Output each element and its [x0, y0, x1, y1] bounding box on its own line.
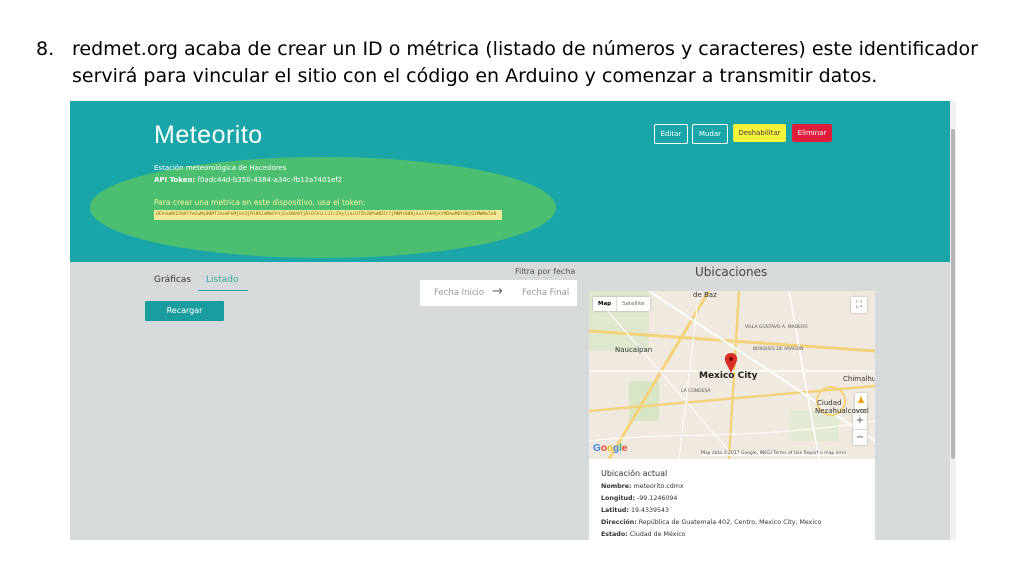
zoom-control[interactable]: + − [853, 413, 867, 445]
zoom-in-button[interactable]: + [853, 413, 867, 430]
device-title: Meteorito [154, 121, 263, 149]
metric-instructions: Para crear una metrica en este dispositi… [154, 198, 366, 207]
current-location-panel: Ubicación actual Nombre: meteorito.cdmx … [589, 459, 875, 540]
move-button[interactable]: Mudar [692, 124, 728, 144]
info-row-longitude: Longitud: -99.1246094 [601, 495, 678, 502]
map-attribution[interactable]: Map data ©2017 Google, INEGI Terms of Us… [701, 451, 847, 456]
tab-graficas[interactable]: Gráficas [154, 275, 191, 285]
caption-text: redmet.org acaba de crear un ID o métric… [72, 38, 978, 87]
reload-button[interactable]: Recargar [145, 301, 224, 321]
screenshot-panel: Meteorito Estación meteorológica de Hace… [70, 101, 950, 540]
map-type-control[interactable]: Map Satellite [593, 297, 650, 311]
highlight-ellipse [90, 157, 556, 258]
map-label-ciudad: Ciudad [817, 399, 842, 407]
page-scrollbar[interactable] [950, 101, 956, 540]
edit-button[interactable]: Editar [654, 124, 688, 144]
map-type-satellite[interactable]: Satellite [616, 297, 650, 311]
device-header: Meteorito Estación meteorológica de Hace… [70, 101, 950, 262]
google-logo: Google [593, 443, 628, 454]
device-subtitle: Estación meteorológica de Hacedores [154, 164, 287, 172]
arrow-right-icon: → [492, 284, 503, 299]
location-map[interactable]: de Baz VILLA GUSTAVO A. MADERO BOSQUES D… [589, 291, 875, 459]
scrollbar-thumb[interactable] [951, 129, 955, 459]
current-location-title: Ubicación actual [601, 469, 668, 478]
end-date-input[interactable]: Fecha Final [522, 288, 569, 298]
date-filter-label: Filtra por fecha [515, 267, 576, 276]
map-type-map[interactable]: Map [593, 297, 616, 311]
info-row-name: Nombre: meteorito.cdmx [601, 483, 684, 490]
zoom-out-button[interactable]: − [853, 430, 867, 446]
pegman-icon[interactable]: ♟ [855, 393, 867, 409]
active-tab-indicator [198, 290, 248, 291]
info-row-latitude: Latitud: 19.4339543 [601, 507, 670, 514]
map-label-condesa: LA CONDESA [681, 389, 711, 394]
info-row-state: Estado: Ciudad de México [601, 531, 686, 538]
info-row-address: Dirección: República de Guatemala 402, C… [601, 519, 822, 526]
map-label-naucalpan: Naucalpan [615, 346, 653, 354]
tab-listado[interactable]: Listado [206, 275, 238, 285]
metric-token-box[interactable]: OEVvbWV1ZmVlYmIwMy00MTJkLWFkMjktZjM1NS1m… [154, 210, 502, 220]
map-label-gam: VILLA GUSTAVO A. MADERO [745, 325, 808, 330]
start-date-input[interactable]: Fecha Inicio [434, 288, 484, 298]
api-token: API Token: f0adc44d-b350-4384-a34c-fb12a… [154, 176, 342, 184]
map-city-label: Mexico City [699, 371, 758, 381]
map-label-chimalhu: Chimalhu [843, 375, 875, 383]
locations-title: Ubicaciones [695, 265, 768, 279]
delete-button[interactable]: Eliminar [792, 124, 832, 142]
caption-number: 8. [36, 38, 55, 60]
map-label-baz: de Baz [693, 291, 717, 299]
api-token-value: f0adc44d-b350-4384-a34c-fb12a7401ef2 [197, 176, 343, 184]
disable-button[interactable]: Deshabilitar [733, 124, 786, 142]
date-range-picker[interactable]: Fecha Inicio → Fecha Final [420, 280, 577, 306]
map-label-aragon: BOSQUES DE ARAGON [753, 347, 804, 352]
api-token-label: API Token: [154, 176, 196, 184]
fullscreen-icon[interactable]: ⛶ [851, 297, 867, 313]
